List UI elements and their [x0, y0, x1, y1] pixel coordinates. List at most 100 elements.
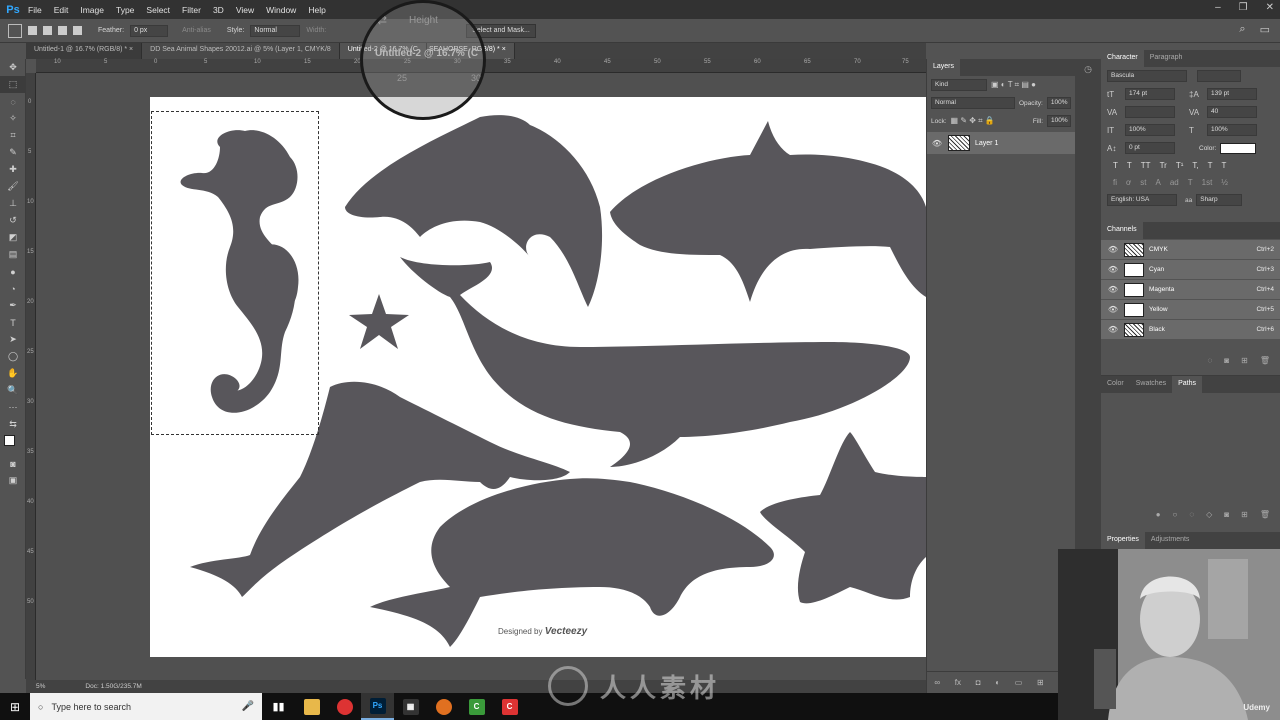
lock-icons[interactable]: ▦ ✎ ✥ ⌗ 🔒 [951, 116, 995, 126]
mask-icon[interactable]: ◘ [976, 678, 981, 687]
channel-row[interactable]: 👁 Yellow Ctrl+5 [1101, 300, 1280, 319]
ordinals-icon[interactable]: 1st [1202, 178, 1213, 187]
menu-image[interactable]: Image [74, 5, 110, 15]
swash-icon[interactable]: A [1155, 178, 1160, 187]
superscript-icon[interactable]: T¹ [1176, 161, 1184, 170]
channel-row[interactable]: 👁 Black Ctrl+6 [1101, 320, 1280, 339]
hand-icon[interactable]: ✋ [0, 365, 26, 382]
load-path-icon[interactable]: ◌ [1189, 510, 1194, 519]
tab-close-icon[interactable]: × [502, 46, 506, 53]
rectangular-marquee-icon[interactable]: ⬚ [0, 76, 26, 93]
windows-start-icon[interactable]: ⊞ [0, 693, 30, 720]
more-tools-icon[interactable]: ⋯ [0, 399, 26, 416]
filter-icons[interactable]: ▣ ◐ T ⌗ ▤ ● [991, 80, 1036, 90]
font-style-select[interactable] [1197, 70, 1241, 82]
canvas-workspace[interactable]: Designed by Vecteezy [36, 73, 926, 680]
menu-filter[interactable]: 3D [207, 5, 230, 15]
old-style-icon[interactable]: ơ [1126, 178, 1131, 187]
close-icon[interactable]: ✕ [1266, 2, 1274, 13]
file-explorer-icon[interactable] [295, 693, 328, 720]
underline-icon[interactable]: T [1208, 161, 1213, 170]
subtract-selection-icon[interactable] [58, 26, 67, 35]
edge-icon[interactable] [427, 693, 460, 720]
search-icon[interactable]: ⌕ [1239, 23, 1245, 36]
microphone-icon[interactable]: 🎤 [242, 701, 254, 712]
stroke-path-icon[interactable]: ○ [1173, 510, 1178, 519]
eraser-icon[interactable]: ◩ [0, 229, 26, 246]
camtasia-recorder-icon[interactable]: C [493, 693, 526, 720]
channel-row[interactable]: 👁 CMYK Ctrl+2 [1101, 240, 1280, 259]
save-selection-icon[interactable]: ◙ [1224, 356, 1229, 365]
load-selection-icon[interactable]: ◌ [1208, 356, 1213, 365]
eye-icon[interactable]: 👁 [931, 139, 943, 148]
ligatures-icon[interactable]: fi [1113, 178, 1117, 187]
screen-mode-icon[interactable]: ▣ [0, 472, 26, 489]
tab-sea-animals[interactable]: DD Sea Animal Shapes 20012.ai @ 5% (Laye… [142, 43, 340, 59]
faux-bold-icon[interactable]: T [1113, 161, 1118, 170]
photoshop-taskbar-icon[interactable]: Ps [361, 693, 394, 720]
task-view-icon[interactable]: ▮▮ [262, 693, 295, 720]
font-size-input[interactable]: 174 pt [1125, 88, 1175, 100]
tab-properties[interactable]: Properties [1101, 532, 1145, 549]
eye-icon[interactable]: 👁 [1107, 265, 1119, 274]
trash-icon[interactable]: 🗑 [1260, 356, 1270, 365]
magic-wand-icon[interactable]: ✧ [0, 110, 26, 127]
opacity-input[interactable]: 100% [1046, 97, 1071, 109]
workspace-icon[interactable]: ▭ [1260, 23, 1270, 36]
foreground-color[interactable] [4, 435, 15, 446]
titling-icon[interactable]: T [1188, 178, 1193, 187]
leading-input[interactable]: 139 pt [1207, 88, 1257, 100]
menu-file[interactable]: File [22, 5, 48, 15]
feather-input[interactable]: 0 px [130, 24, 169, 37]
fractions-icon[interactable]: ½ [1221, 178, 1228, 187]
marquee-selection[interactable] [151, 111, 319, 435]
new-layer-icon[interactable]: ⊞ [1037, 678, 1044, 687]
text-color-swatch[interactable] [1220, 142, 1257, 154]
pen-icon[interactable]: ✒ [0, 297, 26, 314]
menu-layer[interactable]: Type [110, 5, 140, 15]
calculator-icon[interactable]: ▦ [394, 693, 427, 720]
menu-3d[interactable]: View [230, 5, 260, 15]
eye-icon[interactable]: 👁 [1107, 325, 1119, 334]
history-brush-icon[interactable]: ↺ [0, 212, 26, 229]
tab-layers[interactable]: Layers [927, 59, 961, 76]
menu-select[interactable]: Filter [176, 5, 207, 15]
tab-swatches[interactable]: Swatches [1130, 376, 1172, 393]
tab-character[interactable]: Character [1101, 50, 1144, 67]
brush-icon[interactable]: 🖌 [0, 178, 26, 195]
faux-italic-icon[interactable]: T [1127, 161, 1132, 170]
small-caps-icon[interactable]: Tr [1160, 161, 1167, 170]
tracking-input[interactable]: 40 [1207, 106, 1257, 118]
eyedropper-icon[interactable]: ✎ [0, 144, 26, 161]
marquee-tool-icon[interactable] [8, 23, 22, 38]
mask-icon[interactable]: ◙ [1224, 510, 1229, 519]
color-swatches[interactable] [0, 433, 26, 455]
stylistic-alt-icon[interactable]: ad [1170, 178, 1179, 187]
layer-row[interactable]: 👁 Layer 1 [927, 132, 1075, 154]
zoom-icon[interactable]: 🔍 [0, 382, 26, 399]
document-canvas[interactable]: Designed by Vecteezy [150, 97, 926, 657]
path-selection-icon[interactable]: ➤ [0, 331, 26, 348]
new-channel-icon[interactable]: ⊞ [1241, 356, 1248, 365]
layer-name[interactable]: Layer 1 [975, 140, 998, 147]
adjustment-layer-icon[interactable]: ◐ [995, 678, 1000, 687]
trash-icon[interactable]: 🗑 [1260, 510, 1270, 519]
menu-view[interactable]: Window [260, 5, 302, 15]
tab-paths[interactable]: Paths [1172, 376, 1202, 393]
type-tool-icon[interactable]: T [0, 314, 26, 331]
ellipse-icon[interactable]: ◯ [0, 348, 26, 365]
lasso-icon[interactable]: ◌ [0, 93, 26, 110]
maximize-icon[interactable]: ❐ [1239, 2, 1248, 13]
swap-colors-icon[interactable]: ⇆ [0, 416, 26, 433]
fill-input[interactable]: 100% [1047, 115, 1071, 127]
zoom-level[interactable]: 5% [36, 683, 45, 690]
subscript-icon[interactable]: T, [1192, 161, 1198, 170]
chrome-icon[interactable] [328, 693, 361, 720]
horizontal-scale-input[interactable]: 100% [1207, 124, 1257, 136]
tab-color[interactable]: Color [1101, 376, 1130, 393]
crop-icon[interactable]: ⌗ [0, 127, 26, 144]
camtasia-icon[interactable]: C [460, 693, 493, 720]
kerning-input[interactable] [1125, 106, 1175, 118]
new-path-icon[interactable]: ⊞ [1241, 510, 1248, 519]
add-selection-icon[interactable] [43, 26, 52, 35]
